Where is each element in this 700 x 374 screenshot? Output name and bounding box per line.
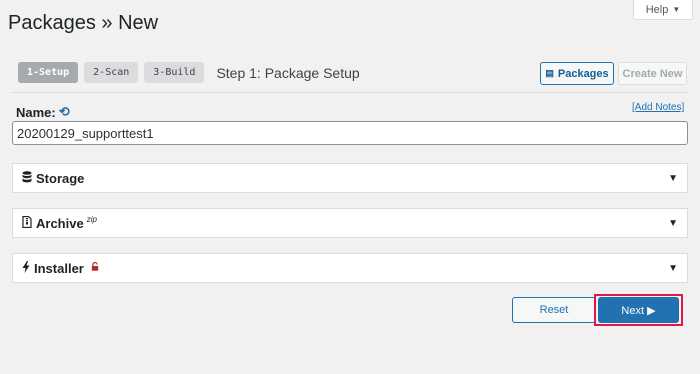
archive-file-icon [22,215,32,231]
step-build[interactable]: 3-Build [144,62,205,83]
archive-label: Archive [36,215,84,231]
installer-panel-header[interactable]: Installer ▼ [12,253,688,283]
create-new-button[interactable]: Create New [618,62,687,85]
package-name-input[interactable] [12,121,688,145]
step-title: Step 1: Package Setup [216,64,360,81]
page-title: Packages » New [8,12,159,34]
chevron-down-icon: ▼ [668,262,678,274]
reset-button[interactable]: Reset [512,297,596,323]
packages-button-label: Packages [557,67,609,80]
top-toolbar: ▤ Packages Create New [540,62,687,85]
bolt-icon [22,260,30,276]
step-setup[interactable]: 1-Setup [18,62,79,83]
archive-format-badge: zip [86,214,97,224]
help-tab[interactable]: Help ▼ [633,0,693,20]
help-tab-label: Help [645,3,669,16]
add-notes-link[interactable]: [Add Notes] [632,102,684,113]
name-label-row: Name: ⟲ [16,104,70,120]
archive-panel-header[interactable]: Archive zip ▼ [12,208,688,238]
packages-button[interactable]: ▤ Packages [540,62,614,85]
packages-icon: ▤ [545,68,554,78]
undo-icon[interactable]: ⟲ [59,104,70,120]
step-indicator: 1-Setup 2-Scan 3-Build Step 1: Package S… [18,62,360,83]
chevron-down-icon: ▼ [668,172,678,184]
lock-icon [91,261,99,274]
installer-label: Installer [34,260,84,276]
step-scan[interactable]: 2-Scan [84,62,139,83]
name-label: Name: [16,104,56,120]
database-icon [22,170,32,186]
storage-label: Storage [36,170,85,186]
chevron-down-icon: ▼ [668,217,678,229]
storage-panel-header[interactable]: Storage ▼ [12,163,688,193]
caret-down-icon: ▼ [672,5,681,14]
next-button[interactable]: Next ▶ [598,297,679,323]
header-divider [12,92,688,93]
